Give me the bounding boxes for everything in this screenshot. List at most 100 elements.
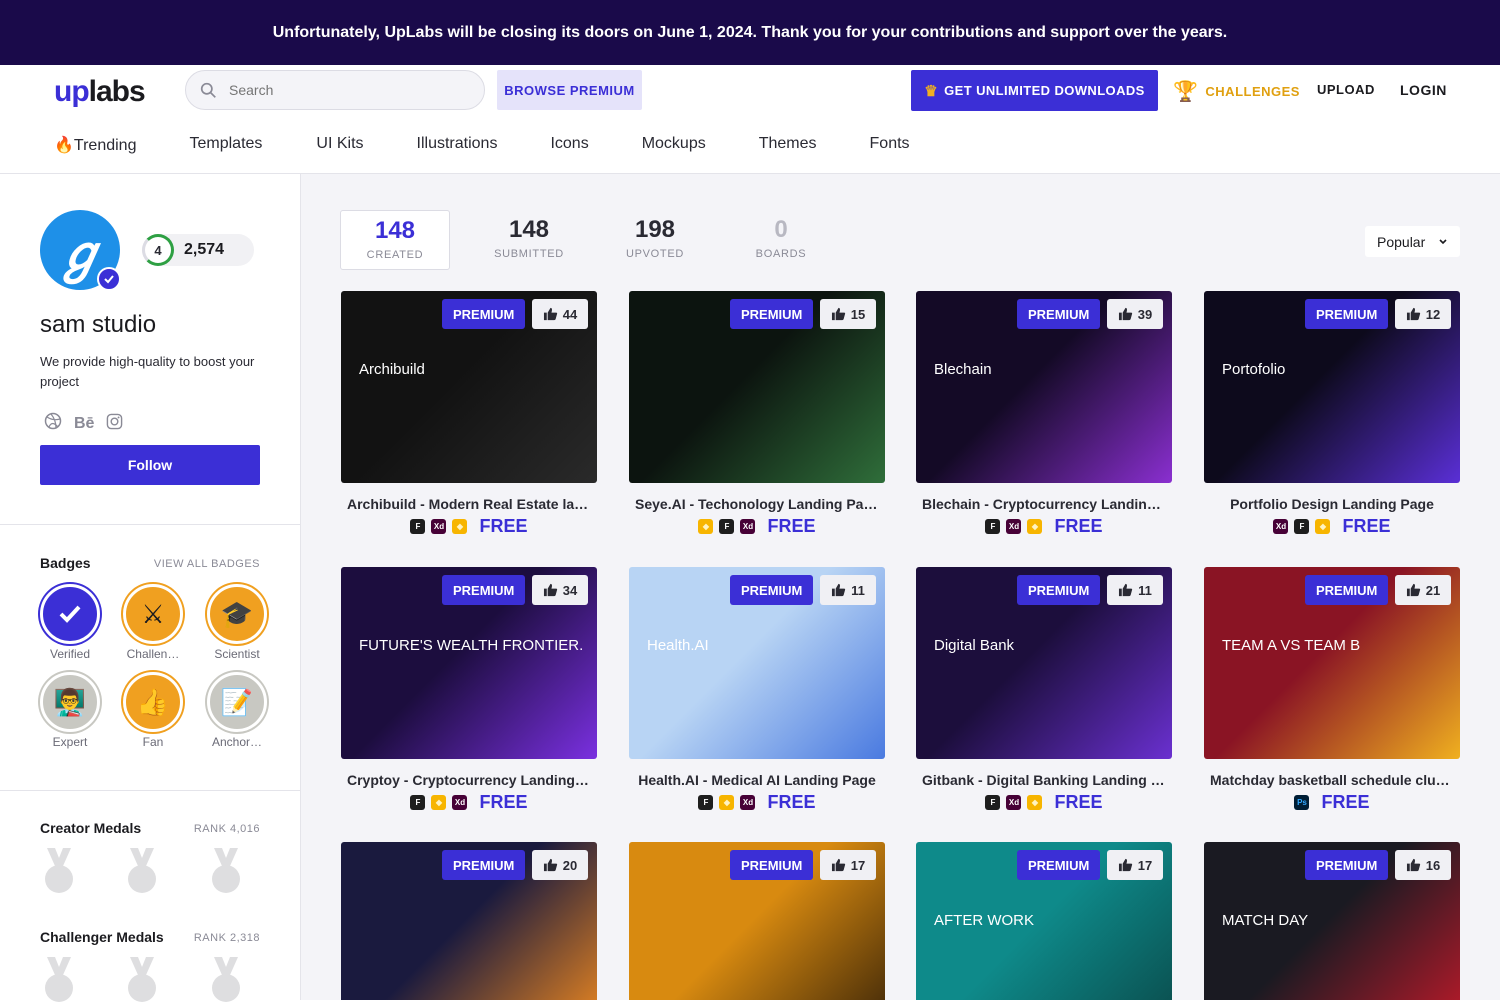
sketch-icon: ◆ bbox=[1315, 519, 1331, 534]
xd-icon: Xd bbox=[1006, 519, 1022, 534]
design-card[interactable]: PREMIUM 17 bbox=[629, 842, 885, 1000]
card-thumbnail[interactable]: PREMIUM 20 bbox=[341, 842, 597, 1000]
design-card[interactable]: Digital Bank PREMIUM 11 Gitbank - Digita… bbox=[916, 567, 1172, 813]
badge-scientist[interactable]: 🎓 Scientist bbox=[195, 584, 279, 661]
card-thumbnail[interactable]: Portofolio PREMIUM 12 bbox=[1204, 291, 1460, 483]
thumbnail-title: Blechain bbox=[934, 361, 992, 378]
card-thumbnail[interactable]: Archibuild PREMIUM 44 bbox=[341, 291, 597, 483]
crown-icon: ♛ bbox=[924, 82, 939, 100]
card-thumbnail[interactable]: FUTURE'S WEALTH FRONTIER. PREMIUM 34 bbox=[341, 567, 597, 759]
design-card[interactable]: AFTER WORK PREMIUM 17 bbox=[916, 842, 1172, 1000]
like-button[interactable]: 44 bbox=[532, 299, 588, 329]
get-unlimited-downloads-button[interactable]: ♛ GET UNLIMITED DOWNLOADS bbox=[911, 70, 1158, 111]
card-title[interactable]: Blechain - Cryptocurrency Landing P… bbox=[916, 496, 1172, 512]
medal-icon bbox=[45, 848, 73, 893]
card-title[interactable]: Gitbank - Digital Banking Landing P… bbox=[916, 772, 1172, 788]
login-link[interactable]: LOGIN bbox=[1400, 82, 1447, 98]
premium-tag: PREMIUM bbox=[1305, 850, 1389, 880]
search-input[interactable] bbox=[229, 82, 449, 98]
nav-templates[interactable]: Templates bbox=[189, 135, 262, 155]
card-thumbnail[interactable]: Blechain PREMIUM 39 bbox=[916, 291, 1172, 483]
design-card[interactable]: MATCH DAY PREMIUM 16 bbox=[1204, 842, 1460, 1000]
design-card[interactable]: TEAM A VS TEAM B PREMIUM 21 Matchday bas… bbox=[1204, 567, 1460, 813]
challenges-link[interactable]: 🏆 CHALLENGES bbox=[1173, 79, 1300, 104]
dribbble-icon[interactable] bbox=[44, 412, 62, 435]
tab-submitted[interactable]: 148 SUBMITTED bbox=[466, 210, 592, 270]
card-title[interactable]: Portfolio Design Landing Page bbox=[1204, 496, 1460, 512]
nav-icons[interactable]: Icons bbox=[550, 135, 588, 155]
nav-ui-kits[interactable]: UI Kits bbox=[316, 135, 363, 155]
site-header: uplabs BROWSE PREMIUM ♛ GET UNLIMITED DO… bbox=[0, 65, 1500, 174]
like-count: 17 bbox=[850, 857, 866, 873]
badge-challenger[interactable]: ⚔ Challen… bbox=[111, 584, 195, 661]
browse-premium-button[interactable]: BROWSE PREMIUM bbox=[497, 70, 642, 110]
like-button[interactable]: 20 bbox=[532, 850, 588, 880]
premium-tag: PREMIUM bbox=[730, 575, 814, 605]
search-bar[interactable] bbox=[185, 70, 485, 110]
nav-fonts[interactable]: Fonts bbox=[870, 135, 910, 155]
badge-expert[interactable]: 👨‍🏫 Expert bbox=[28, 672, 112, 749]
card-title[interactable]: Cryptoy - Cryptocurrency Landing … bbox=[341, 772, 597, 788]
design-card[interactable]: FUTURE'S WEALTH FRONTIER. PREMIUM 34 Cry… bbox=[341, 567, 597, 813]
design-card[interactable]: Health.AI PREMIUM 11 Health.AI - Medical… bbox=[629, 567, 885, 813]
behance-icon[interactable]: Bē bbox=[74, 415, 94, 433]
view-all-badges-link[interactable]: VIEW ALL BADGES bbox=[154, 558, 260, 570]
like-button[interactable]: 11 bbox=[1107, 575, 1163, 605]
like-button[interactable]: 12 bbox=[1395, 299, 1451, 329]
like-button[interactable]: 17 bbox=[820, 850, 876, 880]
uplabs-logo[interactable]: uplabs bbox=[54, 75, 146, 109]
like-button[interactable]: 17 bbox=[1107, 850, 1163, 880]
card-thumbnail[interactable]: MATCH DAY PREMIUM 16 bbox=[1204, 842, 1460, 1000]
like-button[interactable]: 21 bbox=[1395, 575, 1451, 605]
follow-button[interactable]: Follow bbox=[40, 445, 260, 485]
medal-icon bbox=[128, 848, 156, 893]
card-title[interactable]: Matchday basketball schedule club … bbox=[1204, 772, 1460, 788]
sketch-icon: ◆ bbox=[452, 519, 468, 534]
tab-created[interactable]: 148 CREATED bbox=[340, 210, 450, 270]
like-button[interactable]: 39 bbox=[1107, 299, 1163, 329]
card-thumbnail[interactable]: Health.AI PREMIUM 11 bbox=[629, 567, 885, 759]
nav-themes[interactable]: Themes bbox=[759, 135, 817, 155]
like-button[interactable]: 16 bbox=[1395, 850, 1451, 880]
nav-mockups[interactable]: Mockups bbox=[642, 135, 706, 155]
free-label: FREE bbox=[767, 792, 816, 812]
nav-illustrations[interactable]: Illustrations bbox=[417, 135, 498, 155]
figma-icon: F bbox=[698, 795, 714, 810]
instagram-icon[interactable] bbox=[106, 413, 123, 435]
card-title[interactable]: Health.AI - Medical AI Landing Page bbox=[629, 772, 885, 788]
profile-content: 148 CREATED 148 SUBMITTED 198 UPVOTED 0 BOAR… bbox=[301, 174, 1500, 1000]
card-thumbnail[interactable]: AFTER WORK PREMIUM 17 bbox=[916, 842, 1172, 1000]
upload-link[interactable]: UPLOAD bbox=[1317, 82, 1375, 97]
design-card[interactable]: Portofolio PREMIUM 12 Portfolio Design L… bbox=[1204, 291, 1460, 537]
tab-upvoted[interactable]: 198 UPVOTED bbox=[592, 210, 718, 270]
sort-dropdown[interactable]: Popular bbox=[1365, 226, 1460, 257]
free-label: FREE bbox=[767, 516, 816, 536]
design-card[interactable]: Archibuild PREMIUM 44 Archibuild - Moder… bbox=[341, 291, 597, 537]
like-count: 20 bbox=[562, 857, 578, 873]
xd-icon: Xd bbox=[1006, 795, 1022, 810]
card-thumbnail[interactable]: TEAM A VS TEAM B PREMIUM 21 bbox=[1204, 567, 1460, 759]
badge-anchor[interactable]: 📝 Anchor… bbox=[195, 672, 279, 749]
card-title[interactable]: Archibuild - Modern Real Estate lan… bbox=[341, 496, 597, 512]
thumbnail-title: FUTURE'S WEALTH FRONTIER. bbox=[359, 637, 584, 654]
badge-fan[interactable]: 👍 Fan bbox=[111, 672, 195, 749]
like-button[interactable]: 34 bbox=[532, 575, 588, 605]
premium-tag: PREMIUM bbox=[1305, 575, 1389, 605]
card-thumbnail[interactable]: PREMIUM 15 bbox=[629, 291, 885, 483]
design-card[interactable]: Blechain PREMIUM 39 Blechain - Cryptocur… bbox=[916, 291, 1172, 537]
nav-trending[interactable]: 🔥Trending bbox=[54, 135, 136, 155]
design-card[interactable]: PREMIUM 15 Seye.AI - Techonology Landing… bbox=[629, 291, 885, 537]
tab-boards[interactable]: 0 BOARDS bbox=[718, 210, 844, 270]
like-button[interactable]: 15 bbox=[820, 299, 876, 329]
badge-verified[interactable]: Verified bbox=[28, 584, 112, 661]
card-title[interactable]: Seye.AI - Techonology Landing Page bbox=[629, 496, 885, 512]
card-thumbnail[interactable]: PREMIUM 17 bbox=[629, 842, 885, 1000]
thumbnail-title: Digital Bank bbox=[934, 637, 1015, 654]
design-card[interactable]: PREMIUM 20 bbox=[341, 842, 597, 1000]
like-button[interactable]: 11 bbox=[820, 575, 876, 605]
trophy-icon: 🏆 bbox=[1173, 81, 1199, 103]
like-count: 21 bbox=[1425, 582, 1441, 598]
thumbs-up-icon bbox=[832, 583, 846, 597]
card-thumbnail[interactable]: Digital Bank PREMIUM 11 bbox=[916, 567, 1172, 759]
medal-icon bbox=[128, 957, 156, 1002]
